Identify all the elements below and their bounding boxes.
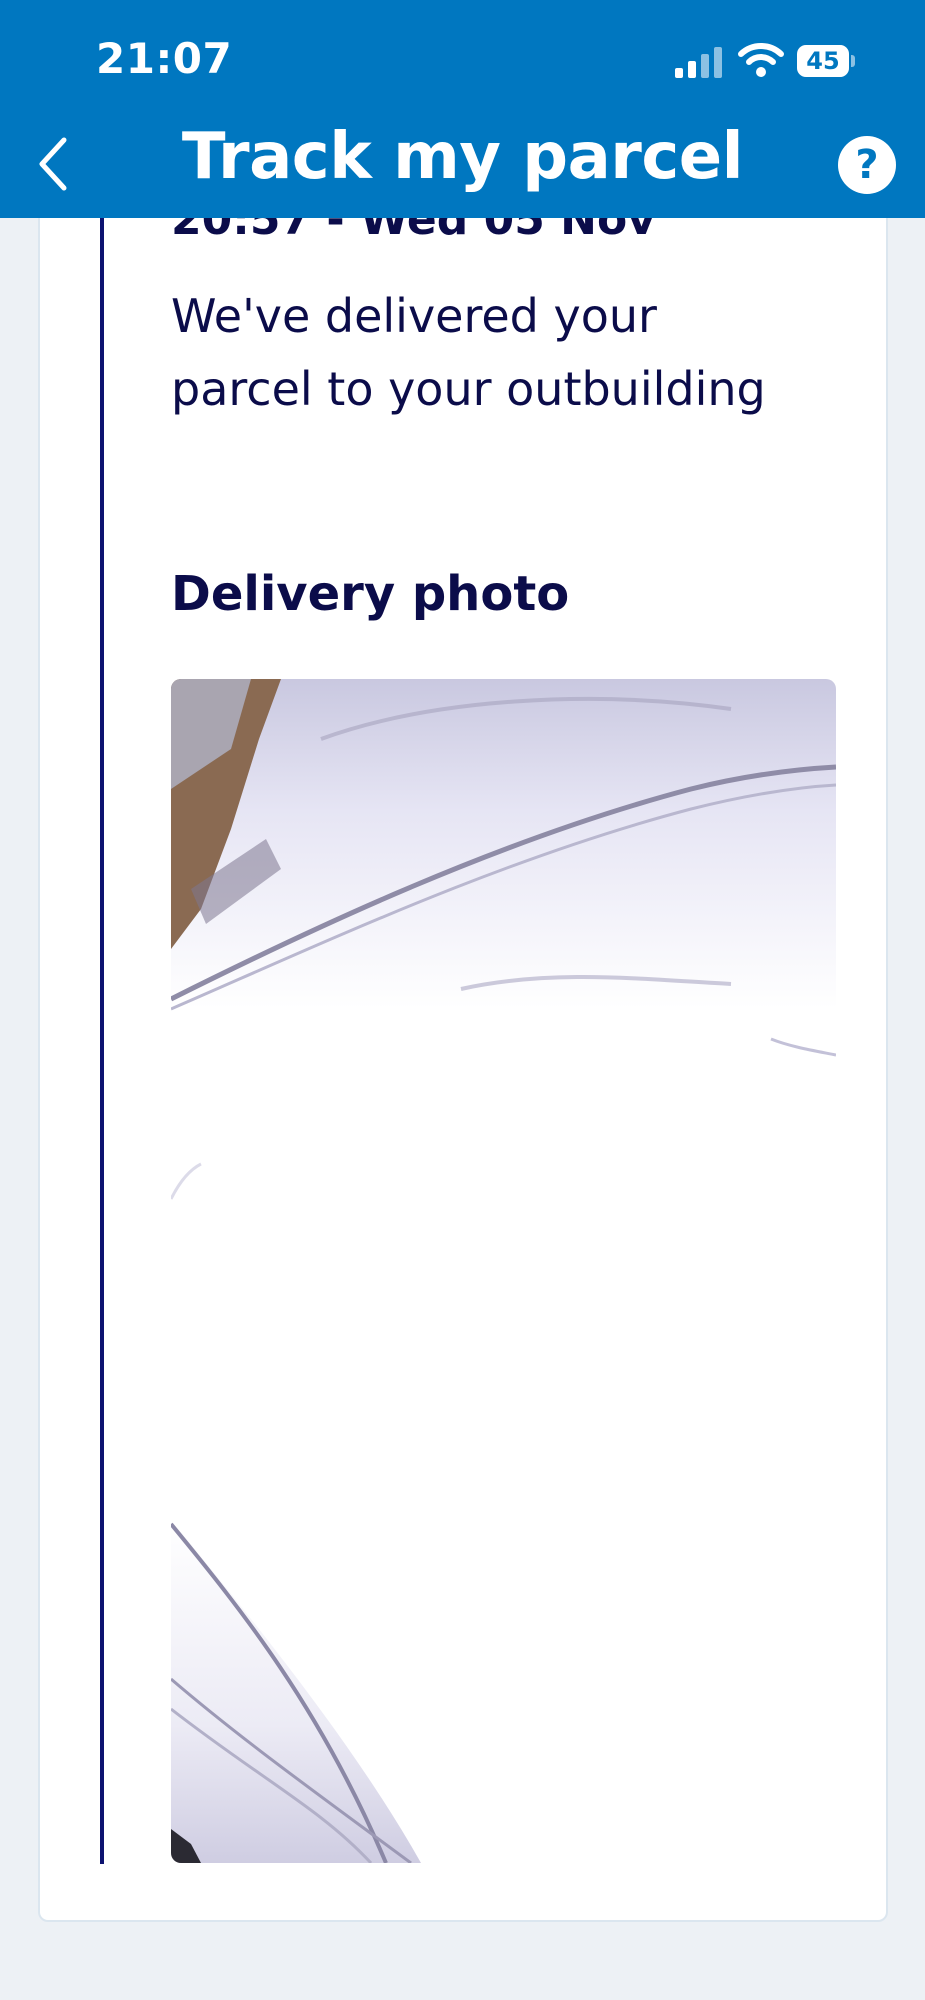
help-button[interactable]: ? bbox=[838, 136, 896, 194]
delivery-photo[interactable] bbox=[171, 679, 836, 1863]
page-title: Track my parcel bbox=[181, 120, 744, 194]
battery-level: 45 bbox=[806, 47, 840, 75]
wifi-icon bbox=[738, 40, 784, 78]
timeline-line bbox=[100, 200, 104, 1864]
status-bar-time: 21:07 bbox=[96, 34, 233, 83]
delivery-photo-heading: Delivery photo bbox=[171, 566, 570, 622]
event-description: We've delivered your parcel to your outb… bbox=[171, 289, 766, 416]
battery-icon: 45 bbox=[797, 45, 857, 77]
app-header: 21:07 45 Track my parcel ? bbox=[0, 0, 925, 218]
cellular-signal-icon bbox=[675, 44, 725, 78]
